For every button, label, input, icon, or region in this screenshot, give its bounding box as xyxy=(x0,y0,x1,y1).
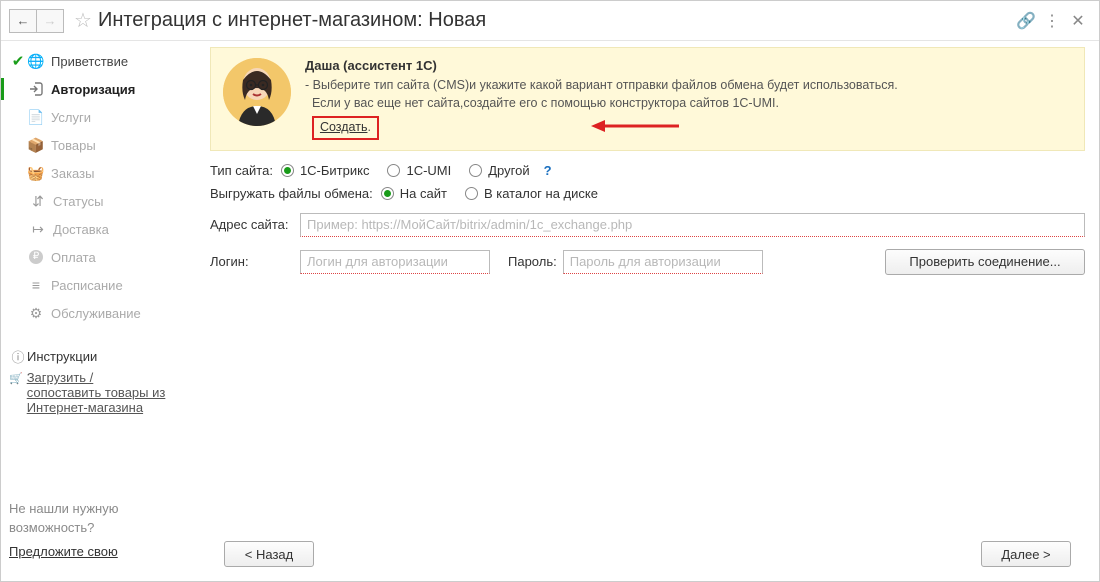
password-input[interactable] xyxy=(563,250,763,274)
sidebar-item-maintenance[interactable]: ⚙ Обслуживание xyxy=(1,299,196,327)
sidebar-item-authorization[interactable]: Авторизация xyxy=(1,75,196,103)
assistant-line2: Если у вас еще нет сайта,создайте его с … xyxy=(305,95,1072,113)
sidebar-item-goods[interactable]: 📦 Товары xyxy=(1,131,196,159)
sidebar-item-payment[interactable]: ₽ Оплата xyxy=(1,243,196,271)
assistant-avatar xyxy=(223,58,291,126)
close-icon[interactable]: ✕ xyxy=(1065,11,1091,31)
gear-icon: ⚙ xyxy=(27,305,45,322)
assistant-name: Даша (ассистент 1С) xyxy=(305,58,1072,73)
sidebar-suggest-link[interactable]: Предложите свою xyxy=(9,543,118,561)
back-button[interactable]: < Назад xyxy=(224,541,314,567)
password-label: Пароль: xyxy=(508,254,557,269)
annotation-arrow-icon xyxy=(591,118,681,134)
sidebar-not-found-text: Не нашли нужную возможность? xyxy=(9,500,188,536)
upload-label: Выгружать файлы обмена: xyxy=(210,186,373,201)
box-icon: 📦 xyxy=(27,137,45,154)
login-input[interactable] xyxy=(300,250,490,274)
sidebar-item-services[interactable]: 📄 Услуги xyxy=(1,103,196,131)
nav-back-button[interactable]: ← xyxy=(9,9,37,33)
site-type-radio-bitrix[interactable]: 1С-Битрикс xyxy=(281,163,370,178)
window-title: Интеграция с интернет-магазином: Новая xyxy=(98,9,486,32)
login-icon xyxy=(27,81,45,97)
ruble-icon: ₽ xyxy=(29,250,43,264)
site-type-label: Тип сайта: xyxy=(210,163,273,178)
nav-forward-button[interactable]: → xyxy=(36,9,64,33)
next-button[interactable]: Далее > xyxy=(981,541,1071,567)
delivery-icon: ↦ xyxy=(29,221,47,238)
address-label: Адрес сайта: xyxy=(210,217,300,232)
more-menu-icon[interactable]: ⋮ xyxy=(1039,11,1065,31)
assistant-line1: - Выберите тип сайта (CMS)и укажите како… xyxy=(305,77,1072,95)
address-input[interactable] xyxy=(300,213,1085,237)
assistant-panel: Даша (ассистент 1С) - Выберите тип сайта… xyxy=(210,47,1085,151)
upload-radio-disk[interactable]: В каталог на диске xyxy=(465,186,598,201)
schedule-icon: ≡ xyxy=(27,277,45,293)
favorite-star-icon[interactable]: ☆ xyxy=(74,8,92,33)
link-icon[interactable]: 🔗 xyxy=(1013,11,1039,31)
status-icon: ⇵ xyxy=(29,193,47,210)
site-type-radio-other[interactable]: Другой xyxy=(469,163,529,178)
globe-icon: 🌐 xyxy=(27,53,45,70)
sidebar-load-match-link[interactable]: Загрузить / сопоставить товары из Интерн… xyxy=(27,370,166,415)
sidebar-instructions-link[interactable]: ⓘ Инструкции xyxy=(9,347,188,366)
sidebar-item-orders[interactable]: 🧺 Заказы xyxy=(1,159,196,187)
sidebar-item-schedule[interactable]: ≡ Расписание xyxy=(1,271,196,299)
sidebar-item-welcome[interactable]: ✔ 🌐 Приветствие xyxy=(1,47,196,75)
login-label: Логин: xyxy=(210,254,300,269)
check-connection-button[interactable]: Проверить соединение... xyxy=(885,249,1085,275)
site-type-help-icon[interactable]: ? xyxy=(544,163,552,178)
sidebar-item-statuses[interactable]: ⇵ Статусы xyxy=(1,187,196,215)
basket-icon: 🧺 xyxy=(27,165,45,182)
site-type-radio-umi[interactable]: 1C-UMI xyxy=(387,163,451,178)
cart-icon: 🛒 xyxy=(9,372,23,385)
check-icon: ✔ xyxy=(9,52,27,70)
assistant-create-link[interactable]: Создать xyxy=(320,120,368,134)
services-icon: 📄 xyxy=(27,109,45,126)
sidebar-item-delivery[interactable]: ↦ Доставка xyxy=(1,215,196,243)
upload-radio-site[interactable]: На сайт xyxy=(381,186,447,201)
info-icon: ⓘ xyxy=(9,347,27,366)
